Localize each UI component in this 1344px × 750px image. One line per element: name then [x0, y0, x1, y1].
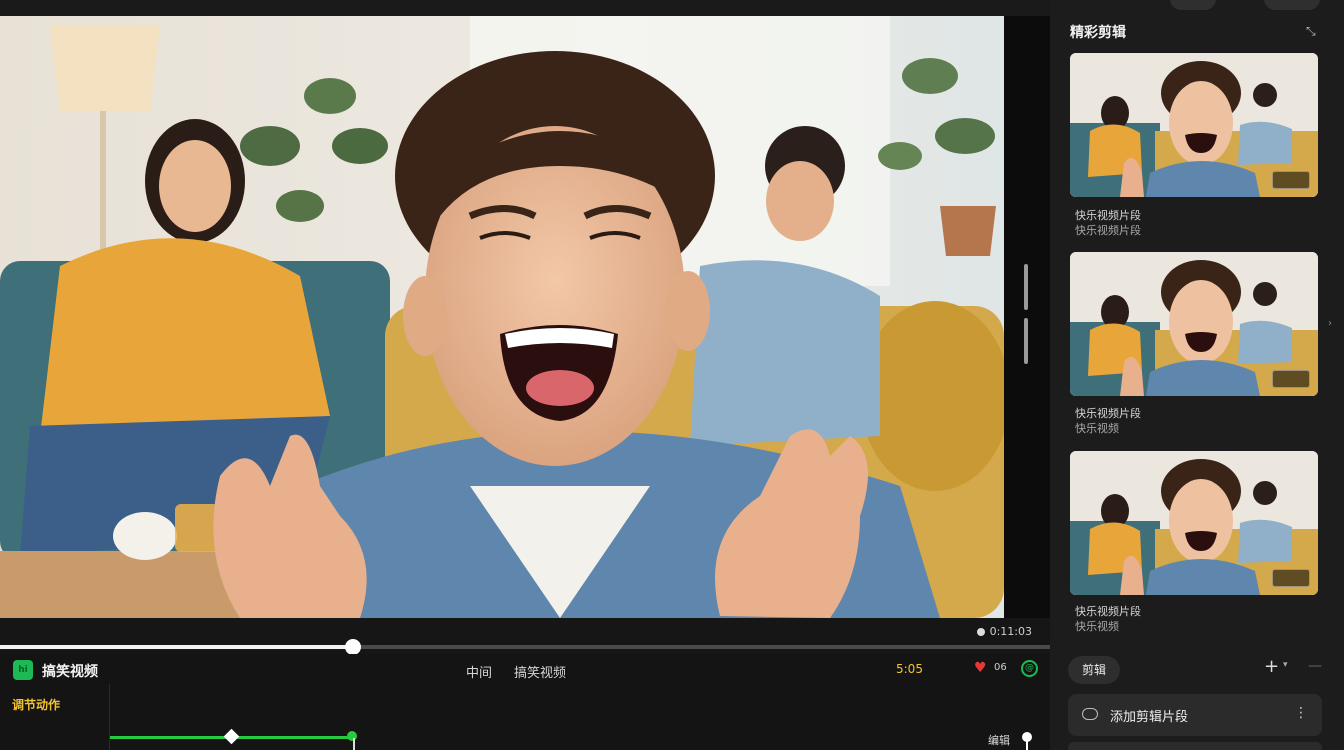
video-side-gutter [1004, 16, 1050, 618]
clip-thumbnail[interactable] [1070, 451, 1318, 595]
video-preview[interactable] [0, 16, 1004, 618]
duration-label: 5:05 [896, 662, 923, 676]
clip-duration-badge [1272, 370, 1310, 388]
like-count: 06 [994, 662, 1007, 673]
comment-icon [1082, 708, 1098, 720]
heart-icon[interactable]: ♥ [974, 660, 987, 676]
sidebar-title: 精彩剪辑 [1070, 25, 1126, 41]
scrubber-progress [0, 645, 353, 649]
keyframe-diamond[interactable] [223, 728, 240, 745]
chevron-right-icon[interactable]: › [1328, 318, 1332, 329]
minimize-icon[interactable]: — [1308, 658, 1322, 674]
clip-subcaption: 快乐视频 [1075, 422, 1119, 435]
clip-subcaption: 快乐视频 [1075, 620, 1119, 633]
clip-caption: 快乐视频片段 [1075, 407, 1141, 420]
center-label[interactable]: 中间 [466, 662, 492, 681]
add-clip-field[interactable]: 添加剪辑片段 ⋮ [1068, 694, 1322, 736]
sidebar-top-button-2[interactable] [1264, 0, 1320, 10]
sidebar-top-button[interactable] [1170, 0, 1216, 10]
sidebar-bottom-bar [1068, 742, 1322, 750]
clip-thumbnail[interactable] [1070, 53, 1318, 197]
add-clip-label: 添加剪辑片段 [1110, 710, 1189, 725]
time-readout: 0:11:03 [977, 625, 1032, 638]
keyframe-end-point[interactable] [347, 731, 357, 741]
clip-thumbnail[interactable] [1070, 252, 1318, 396]
video-frame-image [0, 16, 1004, 618]
center-mode-label[interactable]: 搞笑视频 [514, 662, 566, 681]
top-toolbar [0, 0, 1050, 16]
clip-caption: 快乐视频片段 [1075, 209, 1141, 222]
app-logo-icon: hi [13, 660, 33, 680]
timeline-guide [109, 684, 110, 750]
clip-duration-badge [1272, 569, 1310, 587]
chevron-down-icon[interactable]: ▾ [1283, 660, 1288, 670]
clip-caption: 快乐视频片段 [1075, 605, 1141, 618]
pin-label: 编辑 [988, 734, 1010, 747]
pin-stick [1026, 740, 1028, 750]
status-ring-icon[interactable]: @ [1021, 660, 1038, 677]
resize-handle-bottom[interactable] [1024, 318, 1028, 364]
editor-panel: hi 搞笑视频 中间 搞笑视频 5:05 ♥ 06 @ 调节动作 编辑 [0, 654, 1050, 750]
keyframe-marker-line [353, 738, 355, 750]
playback-scrubber[interactable]: 0:11:03 [0, 618, 1050, 655]
clip-duration-badge [1272, 171, 1310, 189]
clip-subcaption: 快乐视频片段 [1075, 224, 1141, 237]
add-icon[interactable]: + [1264, 656, 1279, 677]
resize-handle-top[interactable] [1024, 264, 1028, 310]
scrubber-handle[interactable] [345, 639, 361, 655]
project-title: 搞笑视频 [42, 664, 98, 680]
clips-sidebar: ⤡ 精彩剪辑 快乐视频片段 快乐视频片段 快乐视频片段 快乐视频 快乐视频片段 … [1050, 0, 1344, 750]
clips-tab-button[interactable]: 剪辑 [1068, 656, 1121, 684]
more-options-icon[interactable]: ⋮ [1294, 705, 1308, 721]
collapse-icon[interactable]: ⤡ [1306, 24, 1316, 39]
track-label: 调节动作 [12, 698, 61, 712]
